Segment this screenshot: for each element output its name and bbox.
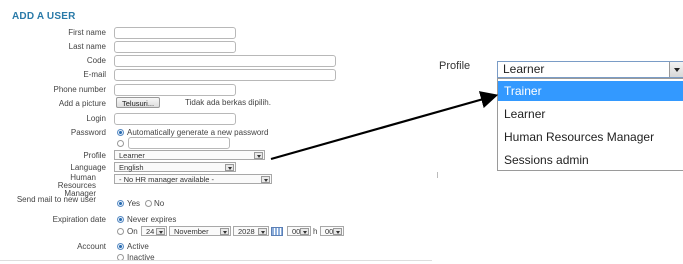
- account-active-label: Active: [127, 242, 149, 251]
- exp-hour-select[interactable]: 00: [287, 226, 311, 236]
- send-mail-no-radio[interactable]: [145, 200, 152, 207]
- account-active-radio[interactable]: [117, 243, 124, 250]
- login-input[interactable]: [114, 113, 236, 125]
- send-mail-yes-label: Yes: [127, 199, 141, 208]
- email-input[interactable]: [114, 69, 336, 81]
- form-title: ADD A USER: [12, 11, 76, 22]
- exp-minute-select[interactable]: 00: [320, 226, 344, 236]
- chevron-down-icon: [333, 228, 342, 235]
- login-label: Login: [86, 114, 106, 123]
- send-mail-no-label: No: [154, 199, 165, 208]
- never-expires-radio[interactable]: [117, 216, 124, 223]
- chevron-down-icon: [225, 164, 234, 171]
- zoom-profile-select-value: Learner: [503, 62, 545, 76]
- exp-day-select[interactable]: 24: [141, 226, 167, 236]
- password-label: Password: [70, 128, 106, 137]
- exp-month-select[interactable]: November: [169, 226, 231, 236]
- exp-year-value: 2028: [238, 227, 255, 236]
- never-expires-label: Never expires: [127, 215, 177, 224]
- first-name-label: First name: [68, 28, 106, 37]
- chevron-down-icon: [220, 228, 229, 235]
- language-select[interactable]: English: [114, 162, 236, 172]
- form-bottom-divider: [0, 260, 432, 261]
- chevron-down-icon: [258, 228, 267, 235]
- account-inactive-row: Inactive: [0, 252, 432, 264]
- hr-manager-row: Human Resources Manager - No HR manager …: [0, 174, 432, 198]
- expiration-label: Expiration date: [52, 215, 106, 224]
- email-label: E-mail: [83, 70, 106, 79]
- zoom-profile-select[interactable]: Learner: [497, 61, 683, 78]
- first-name-row: First name: [0, 27, 432, 39]
- password-auto-radio[interactable]: [117, 129, 124, 136]
- hr-manager-select-value: - No HR manager available -: [119, 175, 215, 184]
- profile-label: Profile: [83, 151, 106, 160]
- chevron-down-icon: [254, 152, 263, 159]
- phone-input[interactable]: [114, 84, 236, 96]
- expiration-row: Expiration date Never expires: [0, 214, 432, 226]
- password-manual-radio[interactable]: [117, 140, 124, 147]
- browse-button[interactable]: Telusuri...: [116, 97, 161, 108]
- hr-manager-select[interactable]: - No HR manager available -: [114, 174, 272, 184]
- last-name-input[interactable]: [114, 41, 236, 53]
- password-row: Password Automatically generate a new pa…: [0, 127, 432, 149]
- chevron-down-icon: [300, 228, 309, 235]
- code-label: Code: [86, 56, 106, 65]
- code-row: Code: [0, 55, 432, 67]
- send-mail-label: Send mail to new user: [16, 195, 96, 204]
- last-name-label: Last name: [68, 42, 106, 51]
- account-label: Account: [77, 242, 106, 251]
- language-select-value: English: [119, 163, 144, 172]
- chevron-down-icon: [669, 62, 683, 77]
- phone-row: Phone number: [0, 84, 432, 96]
- picture-row: Add a picture Telusuri... Tidak ada berk…: [0, 97, 432, 110]
- expiration-date-row: On 24 November 2028 00 h 00: [0, 226, 432, 238]
- exp-month-value: November: [174, 227, 209, 236]
- exp-day-value: 24: [146, 227, 155, 236]
- chevron-down-icon: [156, 228, 165, 235]
- send-mail-row: Send mail to new user Yes No: [0, 195, 432, 209]
- chevron-down-icon: [261, 176, 270, 183]
- expire-on-radio[interactable]: [117, 228, 124, 235]
- language-label: Language: [70, 163, 106, 172]
- language-row: Language English: [0, 162, 432, 174]
- option-trainer[interactable]: Trainer: [498, 81, 683, 101]
- option-hr-manager[interactable]: Human Resources Manager: [498, 127, 683, 147]
- password-input[interactable]: [128, 137, 230, 149]
- exp-year-select[interactable]: 2028: [233, 226, 269, 236]
- profile-row: Profile Learner: [0, 150, 432, 162]
- expire-on-label: On: [127, 227, 138, 236]
- profile-select[interactable]: Learner: [114, 150, 265, 160]
- option-sessions-admin[interactable]: Sessions admin: [498, 150, 683, 170]
- file-status: Tidak ada berkas dipilih.: [185, 98, 271, 107]
- password-auto-label: Automatically generate a new password: [127, 128, 269, 137]
- add-user-form: ADD A USER First name Last name Code E-m…: [0, 0, 432, 263]
- calendar-icon[interactable]: [271, 227, 283, 236]
- login-row: Login: [0, 113, 432, 125]
- zoom-profile-options: Trainer Learner Human Resources Manager …: [497, 78, 683, 171]
- option-learner[interactable]: Learner: [498, 104, 683, 124]
- code-input[interactable]: [114, 55, 336, 67]
- last-name-row: Last name: [0, 41, 432, 53]
- separator-tick: [437, 172, 438, 178]
- send-mail-yes-radio[interactable]: [117, 200, 124, 207]
- profile-select-value: Learner: [119, 151, 145, 160]
- picture-label: Add a picture: [58, 99, 106, 108]
- phone-label: Phone number: [53, 85, 106, 94]
- zoom-profile-label: Profile: [439, 60, 471, 72]
- first-name-input[interactable]: [114, 27, 236, 39]
- hour-suffix: h: [313, 227, 318, 236]
- email-row: E-mail: [0, 69, 432, 81]
